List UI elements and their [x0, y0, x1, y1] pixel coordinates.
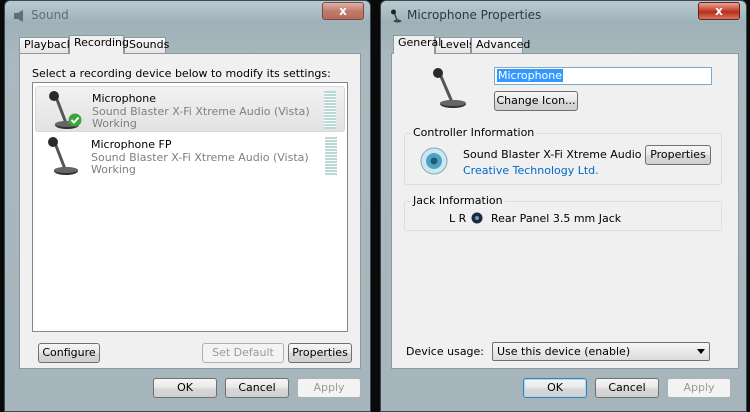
properties-button[interactable]: Properties [288, 343, 352, 363]
microphone-icon [48, 137, 78, 175]
controller-properties-button[interactable]: Properties [645, 145, 711, 165]
general-panel: Microphone Change Icon... Controller Inf… [391, 53, 739, 369]
sound-titlebar[interactable]: Sound x [5, 1, 370, 31]
device-name: Microphone [92, 92, 157, 105]
jack-information-group: Jack Information L R Rear Panel 3.5 mm J… [404, 194, 722, 231]
controller-vendor-link[interactable]: Creative Technology Ltd. [463, 164, 599, 177]
configure-button[interactable]: Configure [38, 343, 100, 363]
change-icon-button[interactable]: Change Icon... [494, 91, 578, 111]
device-name-field[interactable]: Microphone [494, 67, 712, 85]
speaker-icon [14, 10, 23, 22]
jack-channels: L R [449, 212, 467, 225]
device-item-microphone-fp[interactable]: Microphone FP Sound Blaster X-Fi Xtreme … [35, 133, 345, 179]
level-meter [325, 137, 337, 175]
tab-sounds[interactable]: Sounds [124, 37, 169, 53]
tab-recording[interactable]: Recording [69, 35, 129, 54]
properties-apply-button[interactable]: Apply [667, 378, 731, 398]
tab-general[interactable]: General [393, 35, 441, 54]
device-status: Working [92, 117, 137, 130]
recording-instruction: Select a recording device below to modif… [32, 67, 331, 80]
tab-advanced[interactable]: Advanced [471, 37, 530, 53]
properties-ok-button[interactable]: OK [523, 378, 587, 398]
device-name: Microphone FP [91, 138, 172, 151]
level-meter [324, 91, 336, 129]
jack-port-icon [471, 212, 483, 224]
properties-window-title: Microphone Properties [407, 8, 542, 22]
properties-cancel-button[interactable]: Cancel [595, 378, 659, 398]
controller-information-group: Controller Information Sound Blaster X-F… [404, 126, 722, 185]
device-status: Working [91, 163, 136, 176]
device-usage-value: Use this device (enable) [497, 345, 631, 358]
controller-name: Sound Blaster X-Fi Xtreme Audio [463, 148, 642, 161]
jack-information-label: Jack Information [411, 194, 505, 207]
set-default-button[interactable]: Set Default [202, 343, 284, 363]
device-item-microphone[interactable]: Microphone Sound Blaster X-Fi Xtreme Aud… [35, 86, 345, 132]
properties-close-button[interactable]: x [698, 2, 740, 20]
sound-close-button[interactable]: x [322, 2, 364, 20]
properties-titlebar[interactable]: Microphone Properties x [381, 1, 746, 31]
sound-window: Sound x Playback Recording Sounds Select… [4, 0, 371, 412]
apply-button[interactable]: Apply [297, 378, 361, 398]
ok-button[interactable]: OK [153, 378, 217, 398]
jack-name: Rear Panel 3.5 mm Jack [491, 212, 622, 225]
controller-information-label: Controller Information [411, 126, 537, 139]
sound-card-icon [420, 147, 448, 175]
microphone-properties-window: Microphone Properties x General Levels A… [380, 0, 747, 412]
device-usage-label: Device usage: [406, 345, 485, 358]
microphone-large-icon [433, 68, 466, 108]
device-usage-select[interactable]: Use this device (enable) [492, 342, 710, 361]
default-check-icon [68, 113, 82, 127]
recording-device-list[interactable]: Microphone Sound Blaster X-Fi Xtreme Aud… [32, 82, 348, 332]
microphone-icon [391, 9, 402, 23]
recording-panel: Select a recording device below to modif… [19, 53, 361, 369]
tab-playback[interactable]: Playback [19, 37, 73, 53]
cancel-button[interactable]: Cancel [225, 378, 289, 398]
sound-window-title: Sound [31, 8, 69, 22]
chevron-down-icon [697, 349, 705, 354]
